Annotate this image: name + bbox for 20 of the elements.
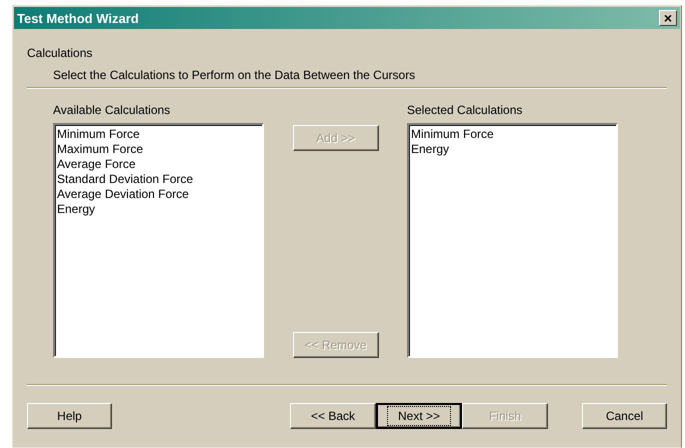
list-item[interactable]: Maximum Force [57,142,260,157]
help-button[interactable]: Help [27,403,112,429]
back-button[interactable]: << Back [290,403,376,429]
list-item[interactable]: Minimum Force [57,127,260,142]
cancel-button[interactable]: Cancel [582,403,667,429]
list-item[interactable]: Energy [57,202,260,217]
list-item[interactable]: Average Deviation Force [57,187,260,202]
page-heading: Calculations [27,46,94,60]
available-list[interactable]: Minimum Force Maximum Force Average Force Standard Deviation Force Average Deviation Force Energy [53,123,264,358]
window-title: Test Method Wizard [17,10,139,26]
close-button[interactable]: × [659,10,677,26]
list-item[interactable]: Average Force [57,157,260,172]
page-subheading: Select the Calculations to Perform on the Data Between the Cursors [53,68,416,82]
list-label: Selected Calculations [407,103,524,117]
selected-list[interactable]: Minimum Force Energy [407,123,618,358]
next-button[interactable]: Next >> [376,403,462,429]
list-label: Available Calculations [53,103,172,117]
list-item[interactable]: Standard Deviation Force [57,172,260,187]
list-item[interactable]: Energy [411,142,614,157]
list-item[interactable]: Minimum Force [411,127,614,142]
